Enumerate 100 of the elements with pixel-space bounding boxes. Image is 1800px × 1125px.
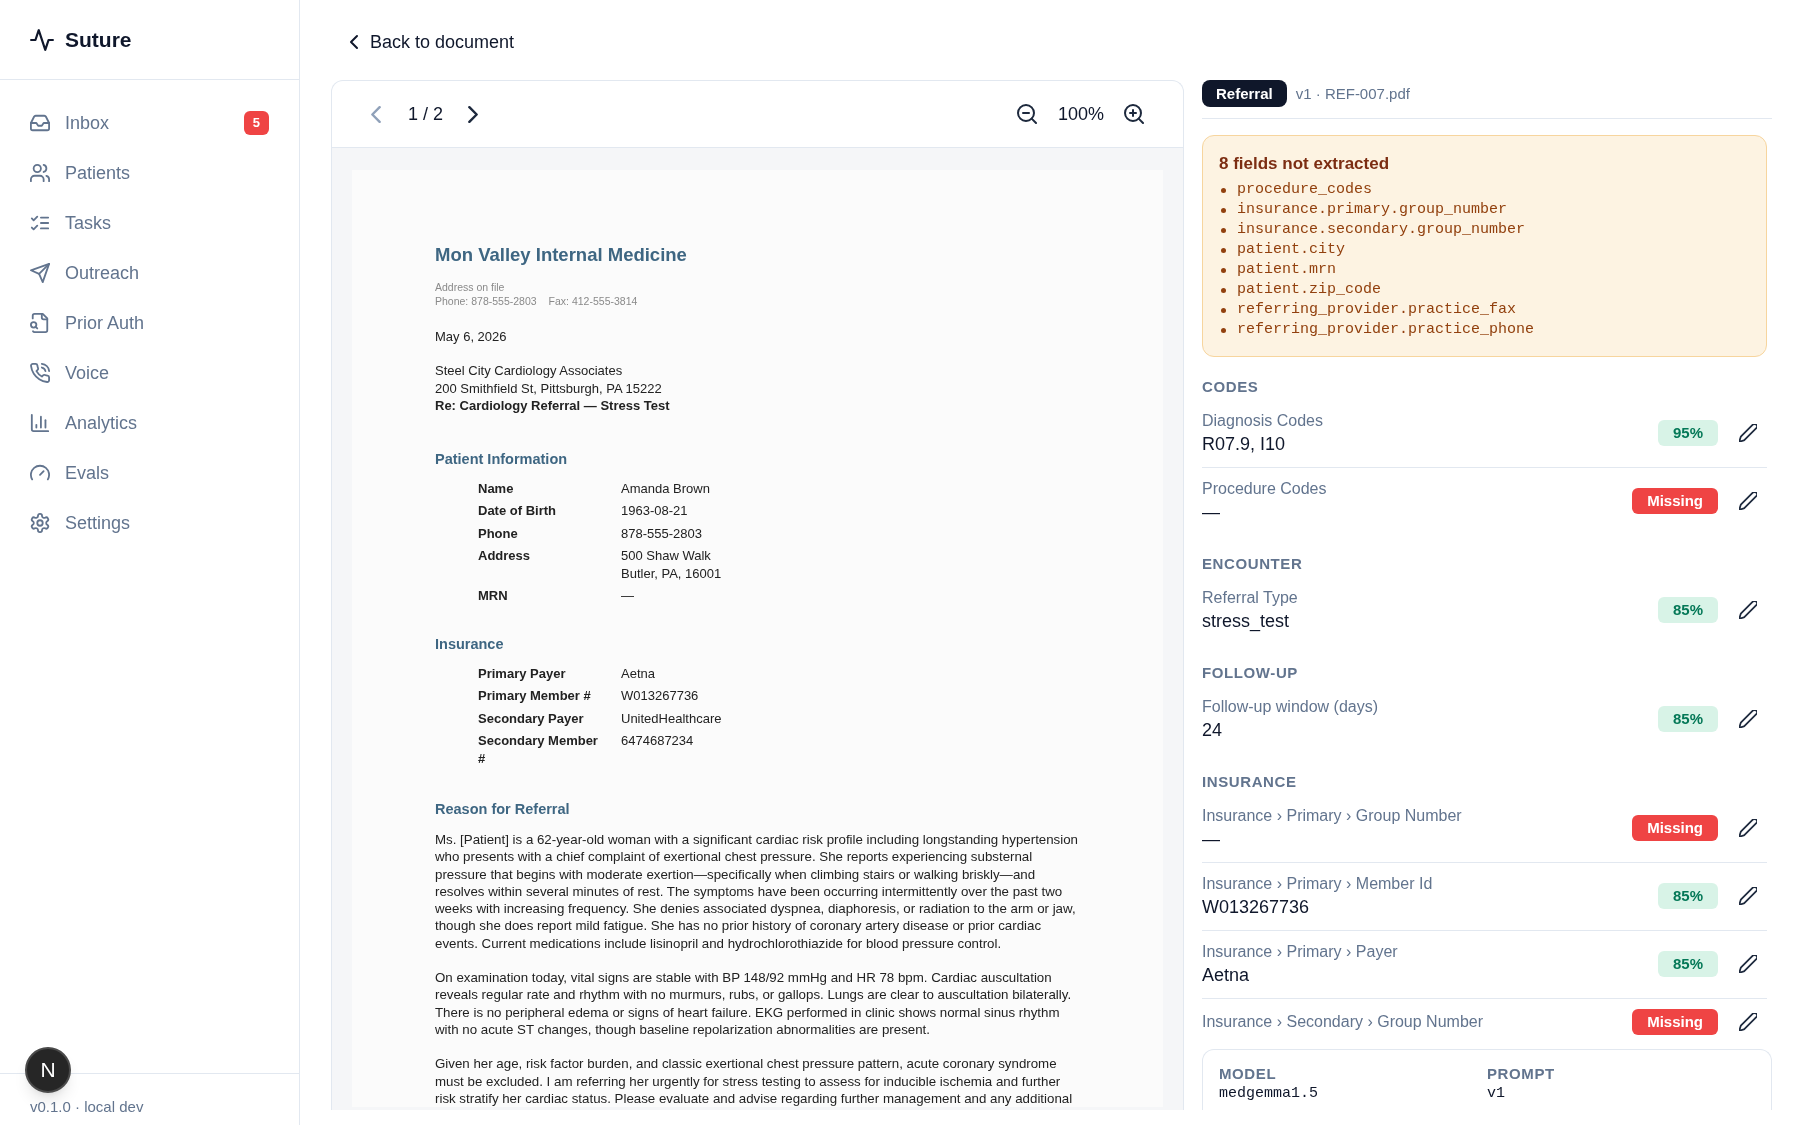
letter-date: May 6, 2026 bbox=[435, 328, 507, 345]
bullet-icon bbox=[1221, 327, 1226, 333]
field-label: Referral Type bbox=[1202, 588, 1298, 608]
bullet-icon bbox=[1221, 247, 1226, 253]
brand-name: Suture bbox=[65, 26, 132, 53]
pencil-icon bbox=[1739, 955, 1757, 973]
nav-item[interactable]: Tasks bbox=[16, 198, 283, 248]
nav-item[interactable]: Evals bbox=[16, 448, 283, 498]
nav-item[interactable]: Prior Auth bbox=[16, 298, 283, 348]
nav-item[interactable]: Analytics bbox=[16, 398, 283, 448]
nav-item[interactable]: Inbox 5 bbox=[16, 98, 283, 148]
field-value: W013267736 bbox=[1202, 896, 1310, 919]
field-label: MRN bbox=[478, 587, 508, 605]
settings-icon bbox=[30, 513, 50, 533]
section-heading: Patient Information bbox=[435, 449, 568, 468]
paragraph: Given her age, risk factor burden, and classic exertional chest pressure pattern, acute coronary syndrome must be excluded. I am referring her urgently for stress testing to assess for inducible ischemia and further risk stratify her cardiac status. Please evaluate and advise regarding further management and any additional bbox=[435, 1055, 1074, 1108]
practice-address: Address on file bbox=[435, 280, 505, 294]
confidence-badge: 85% bbox=[1657, 706, 1718, 732]
confidence-badge: 95% bbox=[1657, 420, 1718, 446]
field-label: Insurance › Primary › Payer bbox=[1202, 942, 1398, 962]
field-label: Address bbox=[478, 547, 531, 565]
nav-item[interactable]: Outreach bbox=[16, 248, 283, 298]
field-value: — bbox=[621, 587, 634, 605]
field-value: Amanda Brown bbox=[621, 479, 710, 497]
field-label: Primary Payer bbox=[478, 664, 566, 682]
field-label: Secondary Payer bbox=[478, 709, 584, 727]
field-label: Insurance › Primary › Group Number bbox=[1202, 806, 1462, 826]
missing-badge: Missing bbox=[1632, 488, 1718, 514]
zoom-level: 100% bbox=[1057, 103, 1104, 126]
section-heading: Reason for Referral bbox=[435, 800, 570, 818]
field-value: — bbox=[1202, 828, 1220, 851]
nav-item[interactable]: Voice bbox=[16, 348, 283, 398]
info-label: MODEL bbox=[1219, 1064, 1277, 1084]
back-link[interactable]: Back to document bbox=[345, 30, 515, 54]
missing-field-name: insurance.secondary.group_number bbox=[1237, 220, 1526, 240]
info-value: v1 bbox=[1487, 1084, 1505, 1104]
field-value: 1963-08-21 bbox=[621, 502, 688, 520]
field-value: 24 bbox=[1202, 719, 1223, 742]
practice-phone: Phone: 878-555-2803 bbox=[435, 294, 537, 308]
bullet-icon bbox=[1221, 307, 1226, 313]
field-label: Insurance › Secondary › Group Number bbox=[1202, 1012, 1483, 1032]
field-label: Diagnosis Codes bbox=[1202, 411, 1323, 431]
section-title: CODES bbox=[1202, 377, 1259, 397]
field-value: 6474687234 bbox=[621, 732, 694, 750]
field-value: Butler, PA, 16001 bbox=[621, 564, 722, 582]
field-value: — bbox=[1202, 501, 1220, 524]
practice-name: Mon Valley Internal Medicine bbox=[435, 244, 687, 266]
field-label: Date of Birth bbox=[478, 502, 556, 520]
section-title: ENCOUNTER bbox=[1202, 554, 1303, 574]
field-value: R07.9, I10 bbox=[1202, 433, 1286, 456]
nav-item[interactable]: Settings bbox=[16, 498, 283, 548]
zoom-in-icon bbox=[1124, 104, 1144, 124]
field-label: Follow-up window (days) bbox=[1202, 697, 1379, 717]
pencil-icon bbox=[1739, 601, 1757, 619]
bullet-icon bbox=[1221, 287, 1226, 293]
edit-button[interactable] bbox=[1739, 492, 1757, 510]
edit-button[interactable] bbox=[1739, 819, 1757, 837]
missing-field-name: referring_provider.practice_phone bbox=[1237, 320, 1535, 340]
edit-button[interactable] bbox=[1739, 710, 1757, 728]
field-label: Secondary Member # bbox=[478, 732, 599, 767]
pencil-icon bbox=[1739, 887, 1757, 905]
pencil-icon bbox=[1739, 819, 1757, 837]
field-value: 878-555-2803 bbox=[621, 524, 702, 542]
info-label: PROMPT bbox=[1487, 1064, 1555, 1084]
missing-field-name: procedure_codes bbox=[1237, 180, 1373, 200]
edit-button[interactable] bbox=[1739, 887, 1757, 905]
chevron-right-icon bbox=[468, 105, 479, 123]
users-icon bbox=[30, 163, 50, 183]
practice-fax: Fax: 412-555-3814 bbox=[548, 294, 638, 308]
doc-type-badge: Referral bbox=[1202, 80, 1287, 107]
info-value: medgemma1.5 bbox=[1219, 1084, 1319, 1104]
field-value: UnitedHealthcare bbox=[621, 709, 722, 727]
edit-button[interactable] bbox=[1739, 955, 1757, 973]
section-title: FOLLOW-UP bbox=[1202, 663, 1298, 683]
warning-title: 8 fields not extracted bbox=[1219, 153, 1390, 175]
send-icon bbox=[30, 263, 50, 283]
pencil-icon bbox=[1739, 710, 1757, 728]
confidence-badge: 85% bbox=[1657, 597, 1718, 623]
missing-field-name: patient.zip_code bbox=[1237, 280, 1382, 300]
inbox-icon bbox=[30, 113, 50, 133]
phone-icon bbox=[30, 363, 50, 383]
edit-button[interactable] bbox=[1739, 1013, 1757, 1031]
section-title: INSURANCE bbox=[1202, 772, 1297, 792]
bullet-icon bbox=[1221, 187, 1226, 193]
chevron-left-icon bbox=[371, 105, 381, 123]
count-badge: 5 bbox=[243, 111, 269, 135]
edit-button[interactable] bbox=[1739, 601, 1757, 619]
version-label: v0.1.0 · local dev bbox=[30, 1097, 144, 1117]
field-value: Aetna bbox=[1202, 964, 1250, 987]
bullet-icon bbox=[1221, 267, 1226, 273]
page-indicator: 1 / 2 bbox=[408, 103, 444, 126]
file-search-icon bbox=[30, 313, 50, 333]
nav-item[interactable]: Patients bbox=[16, 148, 283, 198]
edit-button[interactable] bbox=[1739, 424, 1757, 442]
list-checks-icon bbox=[30, 213, 50, 233]
bar-chart-icon bbox=[30, 413, 50, 433]
section-heading: Insurance bbox=[435, 634, 504, 653]
missing-field-name: patient.city bbox=[1237, 240, 1346, 260]
field-label: Primary Member # bbox=[478, 687, 591, 705]
bullet-icon bbox=[1221, 207, 1226, 213]
